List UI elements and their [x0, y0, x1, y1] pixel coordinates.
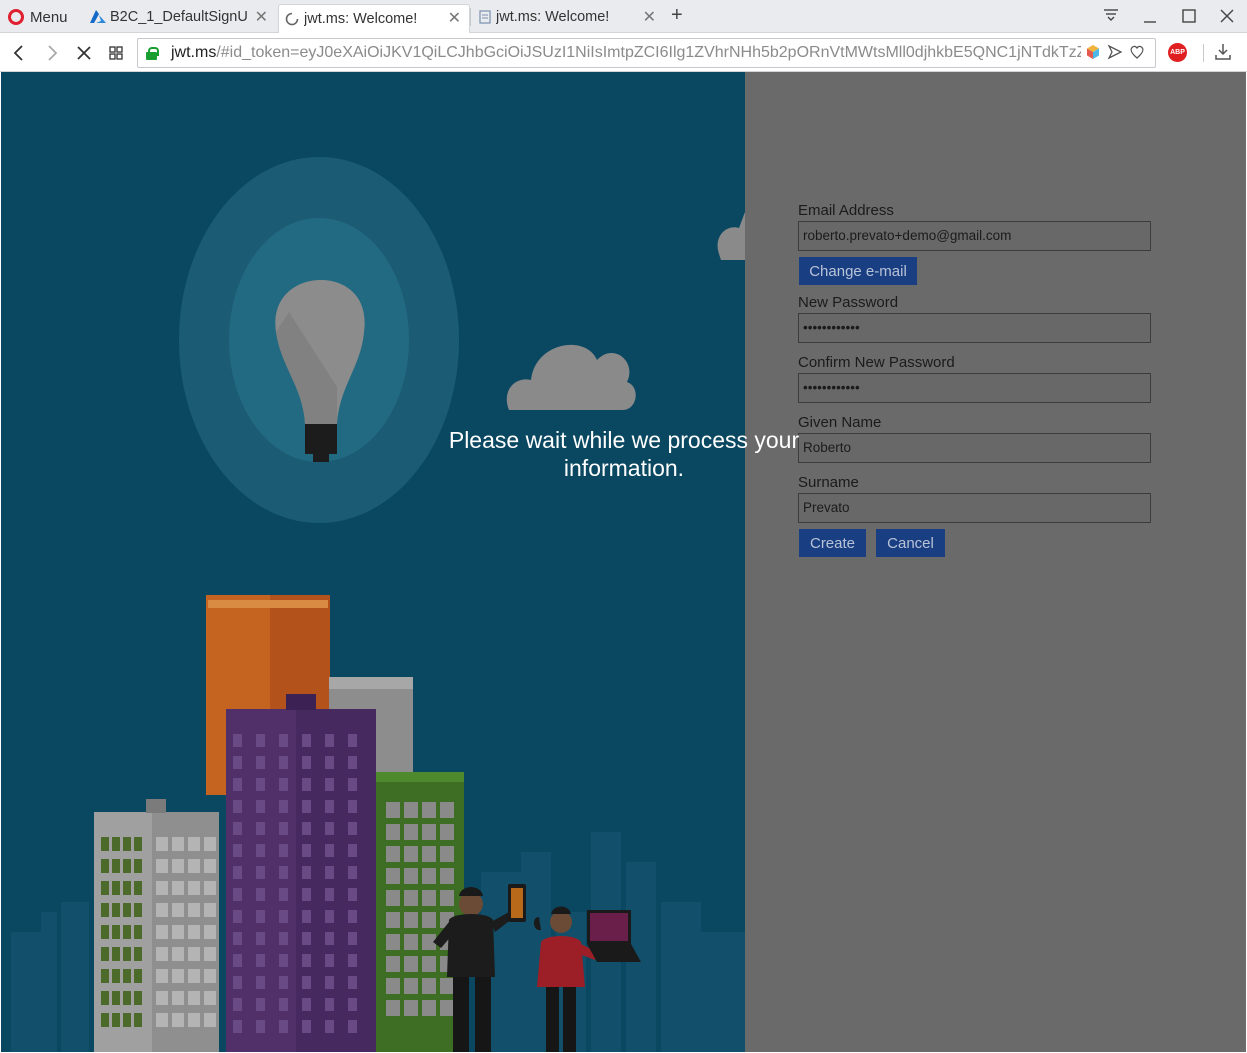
menu-label: Menu [30, 8, 68, 26]
adblock-plus-icon[interactable]: ABP [1168, 43, 1187, 62]
email-field[interactable]: roberto.prevato+demo@gmail.com [798, 221, 1151, 251]
maximize-icon[interactable] [1182, 9, 1196, 23]
cancel-button[interactable]: Cancel [876, 529, 945, 557]
azure-icon [90, 10, 106, 23]
page-content: Email Address roberto.prevato+demo@gmail… [1, 72, 1246, 1052]
heart-bookmark-icon[interactable] [1129, 44, 1145, 60]
url-action-icons [1081, 44, 1145, 60]
send-icon[interactable] [1107, 44, 1123, 60]
tab-close-icon[interactable]: ✕ [643, 7, 656, 27]
close-window-icon[interactable] [1220, 9, 1234, 23]
toolbar-separator [1203, 44, 1204, 62]
tab-jwt-welcome-active[interactable]: jwt.ms: Welcome! ✕ [278, 4, 470, 33]
page-icon [479, 10, 491, 24]
tab-close-icon[interactable]: ✕ [448, 8, 461, 28]
forward-icon[interactable] [45, 45, 59, 61]
change-email-button[interactable]: Change e-mail [799, 257, 917, 285]
url-host: jwt.ms [171, 44, 217, 61]
confirm-password-label: Confirm New Password [798, 354, 955, 371]
opera-menu-button[interactable]: Menu [8, 6, 68, 28]
tab-label: B2C_1_DefaultSignU [110, 9, 248, 25]
surname-field[interactable]: Prevato [798, 493, 1151, 523]
given-name-label: Given Name [798, 414, 882, 431]
sign-up-form-panel: Email Address roberto.prevato+demo@gmail… [745, 72, 1246, 1052]
vpn-cube-icon[interactable] [1085, 44, 1101, 60]
building-windows [101, 837, 216, 1027]
stop-loading-icon[interactable] [77, 46, 91, 60]
tab-label: jwt.ms: Welcome! [304, 11, 418, 27]
given-name-field[interactable]: Roberto [798, 433, 1151, 463]
email-label: Email Address [798, 202, 894, 219]
new-tab-button[interactable]: + [671, 4, 683, 27]
url-path: /#id_token=eyJ0eXAiOiJKV1QiLCJhbGciOiJSU… [216, 44, 1087, 61]
surname-label: Surname [798, 474, 859, 491]
secure-lock-icon [146, 46, 159, 60]
tab-menu-icon[interactable] [1103, 8, 1119, 22]
url-field[interactable]: jwt.ms /#id_token=eyJ0eXAiOiJKV1QiLCJhbG… [137, 38, 1156, 68]
browser-address-bar: jwt.ms /#id_token=eyJ0eXAiOiJKV1QiLCJhbG… [0, 34, 1247, 72]
opera-logo-icon [8, 9, 24, 25]
tab-separator [470, 8, 471, 26]
browser-tab-bar: Menu B2C_1_DefaultSignU ✕ jwt.ms: Welcom… [0, 0, 1247, 33]
new-password-label: New Password [798, 294, 899, 311]
loading-spinner-icon [285, 12, 299, 26]
tab-close-icon[interactable]: ✕ [255, 7, 268, 27]
tab-b2c-signup[interactable]: B2C_1_DefaultSignU ✕ [84, 4, 276, 30]
back-icon[interactable] [12, 45, 26, 61]
confirm-password-field[interactable]: •••••••••••• [798, 373, 1151, 403]
tab-label: jwt.ms: Welcome! [496, 9, 610, 25]
speed-dial-icon[interactable] [109, 46, 123, 60]
download-icon[interactable] [1215, 43, 1231, 61]
tab-jwt-welcome[interactable]: jwt.ms: Welcome! ✕ [472, 4, 664, 30]
minimize-icon[interactable] [1143, 10, 1157, 24]
processing-message: Please wait while we process your inform… [448, 427, 800, 481]
background-illustration [1, 72, 745, 1052]
create-button[interactable]: Create [799, 529, 866, 557]
new-password-field[interactable]: •••••••••••• [798, 313, 1151, 343]
city-illustration-image [11, 157, 745, 1052]
